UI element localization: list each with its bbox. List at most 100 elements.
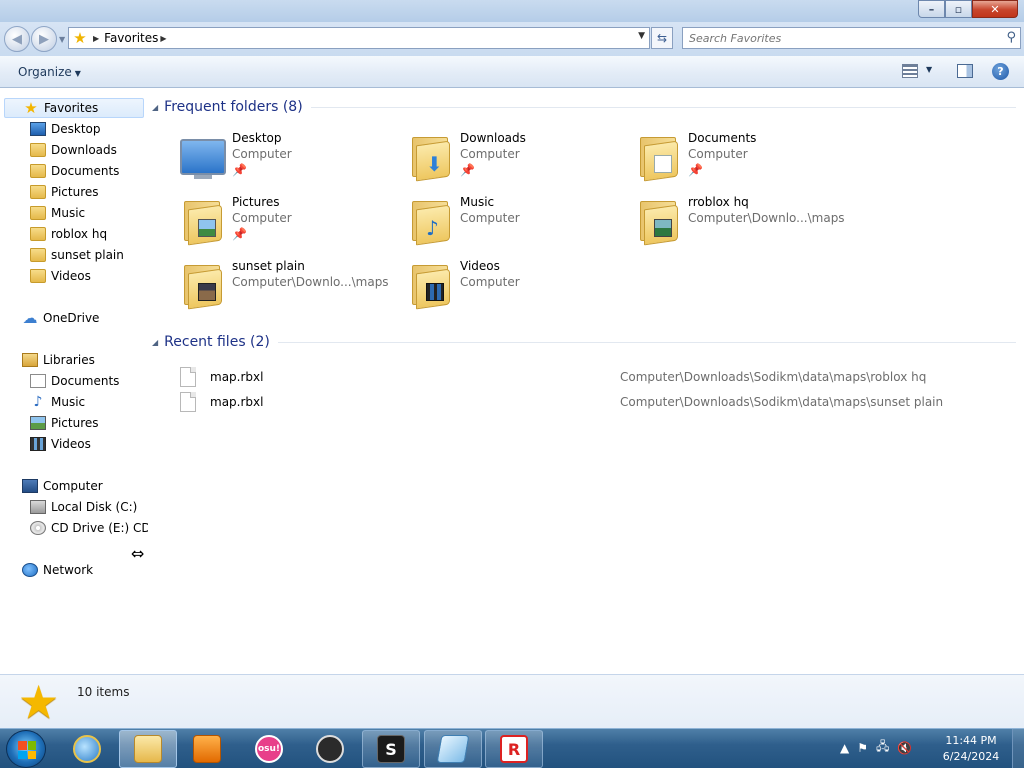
- nav-favorites-documents[interactable]: Documents: [30, 161, 119, 181]
- action-center-flag-icon[interactable]: ⚑: [857, 741, 868, 755]
- clock[interactable]: 11:44 PM 6/24/2024: [938, 733, 1004, 765]
- maximize-button[interactable]: ▫: [945, 0, 972, 18]
- nav-favorites-sunset-plain[interactable]: sunset plain: [30, 245, 124, 265]
- nav-libraries-documents[interactable]: Documents: [30, 371, 119, 391]
- pin-icon[interactable]: 📌: [688, 163, 703, 177]
- breadcrumb-chevron-icon[interactable]: ▶: [93, 34, 99, 43]
- nav-onedrive[interactable]: ☁ OneDrive: [22, 308, 100, 328]
- folder-tile-desktop[interactable]: Desktop Computer 📌: [180, 131, 400, 187]
- organize-button[interactable]: Organize ▼: [18, 65, 81, 79]
- show-hidden-icons-arrow-icon[interactable]: ▲: [840, 741, 849, 755]
- downloads-folder-icon: ⬇: [408, 135, 452, 182]
- nav-item-label: Libraries: [43, 353, 95, 367]
- collapse-triangle-icon[interactable]: ◢: [152, 103, 158, 112]
- nav-computer-cd-drive[interactable]: CD Drive (E:) CDR: [30, 518, 159, 538]
- folder-location: Computer: [460, 211, 520, 225]
- preview-pane-icon[interactable]: [957, 64, 973, 78]
- pin-icon[interactable]: 📌: [460, 163, 475, 177]
- volume-muted-icon[interactable]: 🔇: [897, 741, 912, 755]
- pin-icon[interactable]: 📌: [232, 227, 247, 241]
- frequent-folders-header[interactable]: ◢ Frequent folders (8): [152, 99, 1016, 115]
- recent-file-row[interactable]: map.rbxl Computer\Downloads\Sodikm\data\…: [180, 365, 1020, 389]
- nav-computer[interactable]: Computer: [22, 476, 103, 496]
- music-note-icon: ♪: [33, 394, 43, 410]
- nav-favorites-desktop[interactable]: Desktop: [30, 119, 101, 139]
- folder-location: Computer: [232, 147, 292, 161]
- taskbar-roblox-studio[interactable]: R: [485, 730, 543, 768]
- pin-icon[interactable]: 📌: [232, 163, 247, 177]
- nav-favorites-music[interactable]: Music: [30, 203, 85, 223]
- nav-favorites-downloads[interactable]: Downloads: [30, 140, 117, 160]
- collapse-triangle-icon[interactable]: ◢: [152, 338, 158, 347]
- folder-tile-sunset-plain[interactable]: sunset plain Computer\Downlo...\maps: [180, 259, 400, 315]
- nav-item-label: Videos: [51, 269, 91, 283]
- roblox-studio-icon: R: [500, 735, 528, 763]
- address-bar[interactable]: ★ ▶ Favorites ▶ ▼: [68, 27, 650, 49]
- breadcrumb-favorites[interactable]: Favorites: [104, 31, 158, 45]
- taskbar-windows-explorer[interactable]: [119, 730, 177, 768]
- resize-cursor-icon: ⇔: [131, 544, 145, 563]
- folder-tile-documents[interactable]: Documents Computer 📌: [636, 131, 856, 187]
- taskbar-internet-explorer[interactable]: [58, 730, 116, 768]
- folder-name: Documents: [688, 131, 757, 145]
- show-desktop-button[interactable]: [1012, 729, 1024, 768]
- file-name: map.rbxl: [210, 395, 264, 409]
- recent-pages-dropdown[interactable]: ▼: [59, 35, 65, 44]
- folder-tile-roblox-hq[interactable]: rroblox hq Computer\Downlo...\maps: [636, 195, 856, 251]
- forward-button[interactable]: ▶: [31, 26, 57, 52]
- search-icon[interactable]: ⚲: [1006, 30, 1016, 45]
- map-folder-icon: [636, 199, 680, 246]
- content-pane: ◢ Frequent folders (8) Desktop Computer …: [148, 89, 1024, 674]
- nav-libraries-videos[interactable]: Videos: [30, 434, 91, 454]
- nav-network[interactable]: Network: [22, 560, 93, 580]
- folder-tile-videos[interactable]: Videos Computer: [408, 259, 628, 315]
- nav-item-label: OneDrive: [43, 311, 100, 325]
- pictures-folder-icon: [30, 185, 46, 199]
- nav-libraries[interactable]: Libraries: [22, 350, 95, 370]
- view-options-dropdown[interactable]: ▼: [926, 65, 932, 74]
- nav-favorites[interactable]: ★ Favorites: [4, 98, 144, 118]
- taskbar-steam[interactable]: S: [362, 730, 420, 768]
- pictures-folder-icon: [180, 199, 224, 246]
- back-arrow-icon: ◀: [12, 31, 22, 47]
- nav-item-label: Network: [43, 563, 94, 577]
- music-folder-icon: ♪: [408, 199, 452, 246]
- recent-files-header[interactable]: ◢ Recent files (2): [152, 334, 1016, 350]
- back-button[interactable]: ◀: [4, 26, 30, 52]
- close-button[interactable]: ✕: [972, 0, 1018, 18]
- osu-icon: osu!: [255, 735, 283, 763]
- documents-folder-icon: [636, 135, 680, 182]
- start-button[interactable]: [6, 730, 46, 768]
- search-input[interactable]: [689, 31, 989, 45]
- nav-favorites-roblox-hq[interactable]: roblox hq: [30, 224, 107, 244]
- onedrive-cloud-icon: ☁: [22, 309, 38, 327]
- folder-tile-downloads[interactable]: ⬇ Downloads Computer 📌: [408, 131, 628, 187]
- search-box[interactable]: ⚲: [682, 27, 1021, 49]
- videos-folder-icon: [408, 263, 452, 310]
- nav-libraries-pictures[interactable]: Pictures: [30, 413, 99, 433]
- taskbar-media-player[interactable]: [178, 730, 236, 768]
- help-icon[interactable]: ?: [992, 63, 1009, 80]
- taskbar-osu[interactable]: osu!: [240, 730, 298, 768]
- taskbar-sticky-notes[interactable]: [424, 730, 482, 768]
- network-status-icon[interactable]: 🖧: [876, 737, 889, 758]
- computer-icon: [22, 479, 38, 493]
- nav-favorites-pictures[interactable]: Pictures: [30, 182, 99, 202]
- folder-tile-music[interactable]: ♪ Music Computer: [408, 195, 628, 251]
- nav-favorites-videos[interactable]: Videos: [30, 266, 91, 286]
- folder-name: sunset plain: [232, 259, 305, 273]
- nav-item-label: Computer: [43, 479, 103, 493]
- change-view-icon[interactable]: [902, 64, 918, 78]
- folder-tile-pictures[interactable]: Pictures Computer 📌: [180, 195, 400, 251]
- minimize-button[interactable]: –: [918, 0, 945, 18]
- nav-libraries-music[interactable]: ♪ Music: [30, 392, 86, 412]
- address-history-dropdown[interactable]: ▼: [638, 31, 645, 41]
- recent-files-title: Recent files (2): [164, 334, 270, 350]
- nav-computer-local-disk[interactable]: Local Disk (C:): [30, 497, 137, 517]
- refresh-button[interactable]: ⇆: [651, 27, 673, 49]
- file-path: Computer\Downloads\Sodikm\data\maps\suns…: [620, 395, 944, 409]
- taskbar-obs[interactable]: [301, 730, 359, 768]
- recent-file-row[interactable]: map.rbxl Computer\Downloads\Sodikm\data\…: [180, 390, 1020, 414]
- breadcrumb-chevron-icon[interactable]: ▶: [160, 34, 166, 43]
- folder-location: Computer: [460, 275, 520, 289]
